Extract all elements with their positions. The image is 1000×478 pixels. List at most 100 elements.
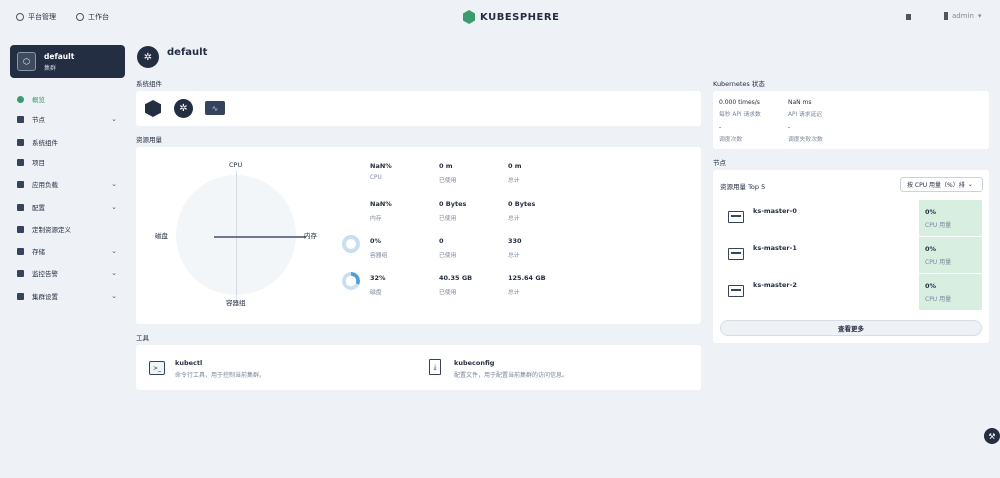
platform-management-link[interactable]: 平台管理 bbox=[16, 12, 56, 22]
pods-used-metric: 0 已使用 bbox=[439, 237, 456, 259]
sort-dropdown[interactable]: 按 CPU 用量（%）排 ⌄ bbox=[900, 177, 983, 192]
node-cpu-value: 0% bbox=[925, 245, 937, 253]
sidebar-item-overview[interactable]: 概览 bbox=[10, 90, 125, 108]
node-cpu-usage: 0% CPU 用量 bbox=[919, 274, 982, 310]
tools-title: 工具 bbox=[136, 334, 149, 342]
system-components-title: 系统组件 bbox=[136, 80, 162, 88]
metric-label: 每秒 API 请求数 bbox=[719, 112, 761, 118]
sidebar-item-label: 定制资源定义 bbox=[32, 226, 71, 234]
metric-value: 0% bbox=[370, 237, 382, 245]
workbench-link[interactable]: 工作台 bbox=[76, 12, 109, 22]
view-more-label: 查看更多 bbox=[838, 325, 864, 333]
node-row[interactable]: ks-master-1 0% CPU 用量 bbox=[718, 237, 982, 273]
node-name: ks-master-0 bbox=[753, 207, 797, 215]
pods-percent-metric: 0% 容器组 bbox=[370, 237, 387, 259]
crd-icon bbox=[17, 225, 24, 233]
sidebar-item-projects[interactable]: 项目 bbox=[10, 153, 125, 171]
metric-value: 0 m bbox=[439, 162, 453, 170]
resource-usage-title: 资源用量 bbox=[136, 136, 162, 144]
kubectl-tool[interactable]: >_ kubectl 命令行工具，用于控制当前集群。 bbox=[149, 357, 409, 379]
node-cpu-label: CPU 用量 bbox=[925, 296, 952, 303]
workbench-icon bbox=[76, 13, 84, 21]
radar-axis-horizontal bbox=[214, 236, 306, 238]
cluster-type: 集群 bbox=[44, 64, 57, 72]
node-row[interactable]: ks-master-2 0% CPU 用量 bbox=[718, 274, 982, 310]
k8s-status-card: 0.000 times/s 每秒 API 请求数 NaN ms API 请求延迟… bbox=[713, 91, 989, 149]
kubernetes-component-icon[interactable]: ✲ bbox=[174, 99, 193, 118]
sidebar-item-config[interactable]: 配置 ⌄ bbox=[10, 198, 125, 216]
workbench-label: 工作台 bbox=[88, 13, 109, 21]
pods-total-metric: 330 总计 bbox=[508, 237, 522, 259]
monitoring-component-icon[interactable]: ∿ bbox=[205, 101, 225, 115]
workloads-icon bbox=[17, 180, 24, 188]
platform-label: 平台管理 bbox=[28, 13, 56, 21]
metric-value: 0 bbox=[439, 237, 444, 245]
memory-percent-metric: NaN% 内存 bbox=[370, 200, 392, 222]
metric-label: 调度失败次数 bbox=[788, 137, 823, 143]
disk-percent-metric: 32% 磁盘 bbox=[370, 274, 386, 296]
tool-desc: 配置文件，用于配置当前集群的访问信息。 bbox=[454, 372, 569, 379]
view-more-button[interactable]: 查看更多 bbox=[720, 320, 982, 336]
cpu-total-metric: 0 m 总计 bbox=[508, 162, 522, 184]
metric-value: NaN% bbox=[370, 162, 392, 170]
tool-name: kubeconfig bbox=[454, 359, 495, 367]
cluster-selector[interactable]: ⬡ default 集群 bbox=[10, 45, 125, 78]
chevron-down-icon: ⌄ bbox=[111, 180, 117, 188]
wrench-icon bbox=[17, 203, 24, 211]
sidebar-item-label: 集群设置 bbox=[32, 293, 58, 301]
metric-label: 容器组 bbox=[370, 253, 388, 259]
server-icon bbox=[728, 285, 744, 297]
memory-total-metric: 0 Bytes 总计 bbox=[508, 200, 535, 222]
chevron-down-icon: ⌄ bbox=[111, 292, 117, 300]
notification-icon[interactable] bbox=[906, 14, 911, 20]
terminal-icon: >_ bbox=[149, 361, 165, 375]
metric-label: 总计 bbox=[508, 290, 520, 296]
metric-value: - bbox=[719, 124, 722, 131]
node-cpu-usage: 0% CPU 用量 bbox=[919, 200, 982, 236]
schedule-failures-metric: - 调度失败次数 bbox=[788, 124, 823, 143]
radar-label-cpu: CPU bbox=[229, 161, 243, 169]
metric-label: 总计 bbox=[508, 216, 520, 222]
sidebar-item-cluster-settings[interactable]: 集群设置 ⌄ bbox=[10, 287, 125, 305]
metric-label: 总计 bbox=[508, 178, 520, 184]
system-components-card: ✲ ∿ bbox=[136, 91, 701, 126]
tool-name: kubectl bbox=[175, 359, 203, 367]
metric-label: 总计 bbox=[508, 253, 520, 259]
user-menu[interactable]: admin ▾ bbox=[944, 12, 981, 20]
metric-label: 已使用 bbox=[439, 253, 457, 259]
metric-value: NaN ms bbox=[788, 99, 812, 106]
sidebar-item-system-components[interactable]: 系统组件 bbox=[10, 133, 125, 151]
brand-logo[interactable]: KUBESPHERE bbox=[463, 10, 559, 24]
sidebar-item-storage[interactable]: 存储 ⌄ bbox=[10, 242, 125, 260]
chevron-down-icon: ⌄ bbox=[111, 269, 117, 277]
sidebar-item-label: 概览 bbox=[32, 96, 45, 104]
sidebar-item-workloads[interactable]: 应用负载 ⌄ bbox=[10, 175, 125, 193]
memory-used-metric: 0 Bytes 已使用 bbox=[439, 200, 466, 222]
node-cpu-label: CPU 用量 bbox=[925, 259, 952, 266]
page-title: default bbox=[167, 47, 208, 58]
metric-label: 调度次数 bbox=[719, 137, 743, 143]
sidebar-item-crd[interactable]: 定制资源定义 bbox=[10, 220, 125, 238]
chevron-down-icon: ⌄ bbox=[111, 247, 117, 255]
chevron-down-icon: ⌄ bbox=[111, 115, 117, 123]
sidebar-item-nodes[interactable]: 节点 ⌄ bbox=[10, 110, 125, 128]
metric-value: 40.35 GB bbox=[439, 274, 473, 282]
radar-label-memory: 内存 bbox=[304, 232, 317, 240]
sidebar-item-monitoring[interactable]: 监控告警 ⌄ bbox=[10, 264, 125, 282]
metric-label: CPU bbox=[370, 175, 382, 181]
metric-label: 已使用 bbox=[439, 216, 457, 222]
metric-value: 0 Bytes bbox=[508, 200, 536, 208]
schedule-count-metric: - 调度次数 bbox=[719, 124, 742, 143]
toolbox-button[interactable]: ⚒ bbox=[984, 428, 1000, 444]
api-requests-metric: 0.000 times/s 每秒 API 请求数 bbox=[719, 99, 761, 118]
k8s-status-title: Kubernetes 状态 bbox=[713, 80, 765, 88]
sidebar-item-label: 系统组件 bbox=[32, 139, 58, 147]
disk-used-metric: 40.35 GB 已使用 bbox=[439, 274, 472, 296]
projects-icon bbox=[17, 158, 24, 166]
kubesphere-component-icon[interactable] bbox=[145, 100, 161, 117]
tools-card: >_ kubectl 命令行工具，用于控制当前集群。 ⤓ kubeconfig … bbox=[136, 345, 701, 390]
kubeconfig-tool[interactable]: ⤓ kubeconfig 配置文件，用于配置当前集群的访问信息。 bbox=[429, 357, 689, 379]
resource-usage-card: CPU 内存 容器组 磁盘 NaN% CPU 0 m 已使用 0 m 总计 Na… bbox=[136, 147, 701, 324]
metric-value: 0.000 times/s bbox=[719, 99, 760, 106]
node-row[interactable]: ks-master-0 0% CPU 用量 bbox=[718, 200, 982, 236]
